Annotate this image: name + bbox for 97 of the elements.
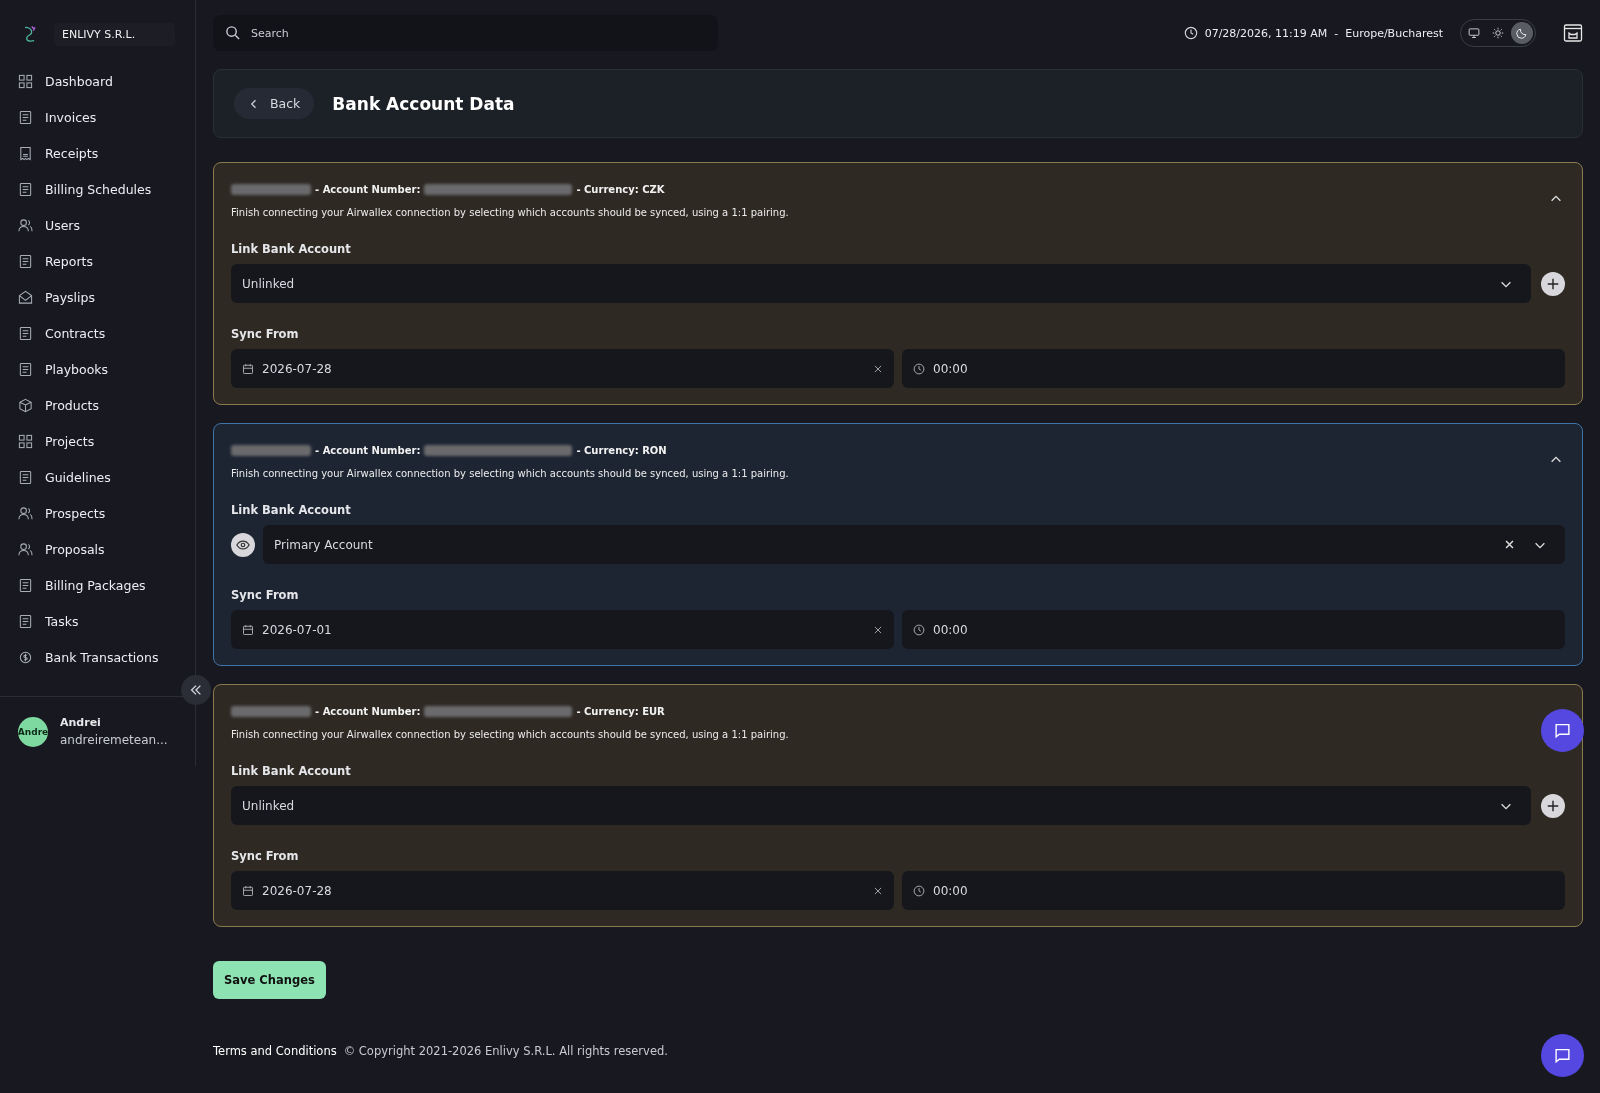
clock-icon bbox=[913, 884, 925, 897]
sidebar-item[interactable]: Receipts bbox=[0, 135, 195, 171]
terms-link[interactable]: Terms and Conditions bbox=[213, 1044, 337, 1058]
sidebar-item[interactable]: Users bbox=[0, 207, 195, 243]
receipt-icon bbox=[18, 145, 33, 161]
grid-icon bbox=[18, 433, 33, 449]
double-chevron-left-icon bbox=[189, 683, 203, 697]
field-label: Link Bank Account bbox=[231, 764, 352, 778]
clear-icon[interactable] bbox=[873, 624, 883, 635]
timezone: Europe/Bucharest bbox=[1345, 26, 1443, 40]
bank-account-select[interactable]: Unlinked bbox=[231, 786, 1531, 825]
sidebar-item[interactable]: Bank Transactions bbox=[0, 639, 195, 675]
monitor-icon bbox=[1468, 27, 1480, 39]
save-button[interactable]: Save Changes bbox=[213, 961, 326, 999]
time-field[interactable]: 00:00 bbox=[902, 349, 1565, 388]
person-icon bbox=[18, 217, 33, 233]
bank-account-select[interactable]: Primary Account bbox=[263, 525, 1565, 564]
back-button[interactable]: Back bbox=[234, 88, 315, 119]
field-label: Link Bank Account bbox=[231, 503, 352, 517]
description: Finish connecting your Airwallex connection by selecting which accounts should be synced, using a 1:1 pairing. bbox=[231, 729, 790, 740]
sidebar-item[interactable]: Contracts bbox=[0, 315, 195, 351]
clear-icon[interactable] bbox=[873, 363, 883, 374]
document-icon bbox=[18, 253, 33, 269]
moon-button[interactable] bbox=[1511, 22, 1533, 44]
account-number-label: - Account Number: bbox=[315, 183, 421, 195]
sidebar-item[interactable]: Prospects bbox=[0, 495, 195, 531]
calendar-icon bbox=[242, 884, 254, 897]
plus-icon bbox=[1546, 798, 1560, 813]
add-button[interactable] bbox=[1541, 793, 1565, 818]
sidebar-item[interactable]: Billing Packages bbox=[0, 567, 195, 603]
document-icon bbox=[18, 361, 33, 377]
coin-icon bbox=[18, 649, 33, 665]
field-label: Sync From bbox=[231, 588, 300, 602]
avatar[interactable]: Andre bbox=[18, 716, 48, 747]
moon-icon bbox=[1516, 27, 1528, 39]
clear-icon[interactable] bbox=[873, 885, 883, 896]
date-field[interactable]: 2026-07-28 bbox=[231, 871, 894, 910]
grid-icon bbox=[18, 73, 33, 89]
clock-icon bbox=[913, 623, 925, 636]
eye-icon[interactable] bbox=[231, 532, 255, 557]
company-name[interactable]: ENLIVY S.R.L. bbox=[54, 22, 176, 46]
box-icon bbox=[18, 397, 33, 413]
chat-button[interactable] bbox=[1541, 1034, 1584, 1077]
sidebar-item[interactable]: Guidelines bbox=[0, 459, 195, 495]
sidebar-item[interactable]: Payslips bbox=[0, 279, 195, 315]
sidebar-item[interactable]: Playbooks bbox=[0, 351, 195, 387]
clock-icon bbox=[1183, 26, 1198, 40]
page-title: Bank Account Data bbox=[332, 93, 515, 114]
user-name: Andrei bbox=[60, 716, 102, 729]
date-field[interactable]: 2026-07-01 bbox=[231, 610, 894, 649]
account-number-label: - Account Number: bbox=[315, 705, 421, 717]
date-field[interactable]: 2026-07-28 bbox=[231, 349, 894, 388]
description: Finish connecting your Airwallex connection by selecting which accounts should be synced, using a 1:1 pairing. bbox=[231, 207, 790, 218]
person-icon bbox=[18, 505, 33, 521]
description: Finish connecting your Airwallex connection by selecting which accounts should be synced, using a 1:1 pairing. bbox=[231, 468, 790, 479]
chat-icon bbox=[1554, 722, 1571, 739]
clock-icon bbox=[913, 362, 925, 375]
sidebar-item[interactable]: Invoices bbox=[0, 99, 195, 135]
sidebar-item[interactable]: Products bbox=[0, 387, 195, 423]
field-label: Link Bank Account bbox=[231, 242, 352, 256]
calendar-icon bbox=[242, 623, 254, 636]
time-field[interactable]: 00:00 bbox=[902, 610, 1565, 649]
sun-icon bbox=[1492, 27, 1504, 39]
account-number-label: - Account Number: bbox=[315, 444, 421, 456]
field-label: Sync From bbox=[231, 849, 300, 863]
bank-account-select[interactable]: Unlinked bbox=[231, 264, 1531, 303]
cat-app-icon[interactable] bbox=[1563, 23, 1583, 43]
sidebar-item[interactable]: Tasks bbox=[0, 603, 195, 639]
search-icon bbox=[225, 25, 240, 40]
separator: - bbox=[1334, 26, 1339, 40]
plus-icon bbox=[1546, 276, 1560, 291]
sidebar-item[interactable]: Billing Schedules bbox=[0, 171, 195, 207]
calendar-icon bbox=[242, 362, 254, 375]
currency-label: - Currency: CZK bbox=[576, 183, 665, 195]
sidebar-item[interactable]: Proposals bbox=[0, 531, 195, 567]
search-field[interactable]: Search bbox=[213, 15, 718, 51]
envelope-icon bbox=[18, 289, 33, 305]
document-icon bbox=[18, 109, 33, 125]
chat-icon bbox=[1554, 1047, 1571, 1064]
document-icon bbox=[18, 613, 33, 629]
sidebar-item[interactable]: Dashboard bbox=[0, 63, 195, 99]
time-field[interactable]: 00:00 bbox=[902, 871, 1565, 910]
add-button[interactable] bbox=[1541, 271, 1565, 296]
document-icon bbox=[18, 469, 33, 485]
document-icon bbox=[18, 577, 33, 593]
field-label: Sync From bbox=[231, 327, 300, 341]
sidebar-item[interactable]: Reports bbox=[0, 243, 195, 279]
person-icon bbox=[18, 541, 33, 557]
currency-label: - Currency: RON bbox=[576, 444, 667, 456]
document-icon bbox=[18, 325, 33, 341]
datetime: 07/28/2026, 11:19 AM bbox=[1204, 26, 1328, 40]
copyright-text: © Copyright 2021-2026 Enlivy S.R.L. All rights reserved. bbox=[343, 1044, 668, 1058]
user-email: andreiremetean... bbox=[60, 733, 168, 747]
currency-label: - Currency: EUR bbox=[576, 705, 665, 717]
document-icon bbox=[18, 181, 33, 197]
collapse-button[interactable] bbox=[181, 675, 211, 705]
sidebar-item[interactable]: Projects bbox=[0, 423, 195, 459]
